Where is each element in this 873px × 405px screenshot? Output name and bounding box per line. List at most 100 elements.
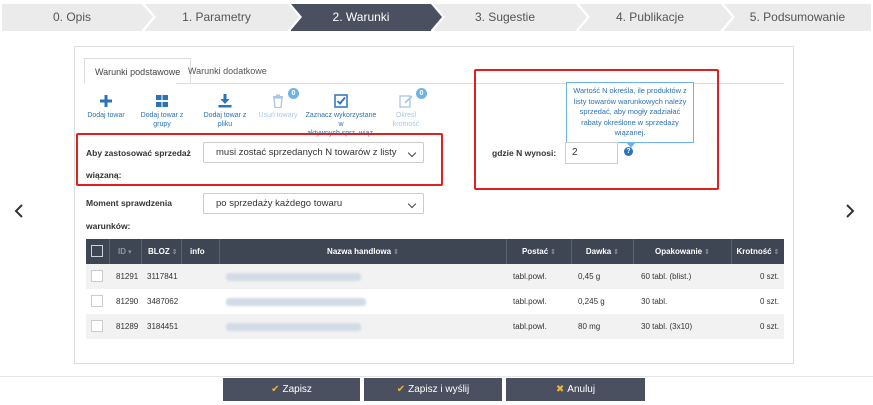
row-form: tabl.powl. [513,297,547,306]
add-item-label: Dodaj towar [87,112,125,119]
select-all-checkbox[interactable] [91,245,103,257]
row-bloz: 3117841 [147,272,178,281]
trash-icon [273,94,283,108]
apply-label-1: Aby zastosować sprzedaż [86,148,191,158]
bottom-divider [0,376,873,377]
row-dose: 0,245 g [578,297,605,306]
remove-items-button[interactable]: Usuń towary 0 [258,88,299,120]
check-icon: ✔ [396,384,406,395]
header-pack[interactable]: Opakowanie ⇕ [633,239,731,264]
cancel-button[interactable]: ✖ Anuluj [506,378,645,401]
moment-label-1: Moment sprawdzenia [86,198,172,208]
add-group-label: Dodaj towar z grupy [140,112,184,128]
step-warunki[interactable]: 2. Warunki [291,4,442,31]
redacted-name [226,298,366,306]
header-dose[interactable]: Dawka ⇕ [571,239,633,264]
sort-desc-icon: ▾ [128,249,132,256]
step-opis[interactable]: 0. Opis [2,4,153,31]
header-info: info [181,239,219,264]
sort-icon: ⇕ [171,249,178,256]
apply-select[interactable]: musi zostać sprzedanych N towarów z list… [203,142,424,163]
row-id: 81291 [116,272,139,281]
table-row[interactable]: 81291 3117841 tabl.powl. 0,45 g 60 tabl.… [86,264,784,289]
n-input[interactable]: 2 [565,142,618,164]
save-label: Zapisz [282,384,312,395]
set-multiplicity-label: Określ krotność [392,112,420,128]
step-sugestie[interactable]: 3. Sugestie [434,4,587,31]
remove-items-label: Usuń towary [258,112,298,119]
step-publikacje[interactable]: 4. Publikacje [579,4,732,31]
checkbox-icon [334,94,348,108]
row-mult: 0 szt. [760,272,780,281]
row-pack: 30 tabl. (3x10) [641,322,693,331]
redacted-name [226,273,361,281]
sort-icon: ⇕ [704,249,710,256]
add-file-label: Dodaj towar z pliku [203,112,247,128]
mark-used-button[interactable]: Zaznacz wykorzystane w aktywnych sprz. w… [304,94,378,138]
select-all-cell [86,239,108,264]
row-checkbox[interactable] [91,270,103,282]
row-dose: 0,45 g [578,272,601,281]
row-dose: 80 mg [578,322,601,331]
row-mult: 0 szt. [760,297,780,306]
header-mult[interactable]: Krotność ⇕ [731,239,784,264]
row-checkbox[interactable] [91,320,103,332]
next-arrow-icon[interactable] [842,200,858,224]
row-pack: 30 tabl. [641,297,668,306]
table-header: ID ▾ BLOZ ⇕ info Nazwa handlowa ⇕ Postać ⇕ D… [86,239,784,264]
save-send-button[interactable]: ✔ Zapisz i wyślij [364,378,502,401]
moment-select[interactable]: po sprzedaży każdego towaru [203,193,424,214]
row-checkbox[interactable] [91,295,103,307]
tab-divider [84,83,184,84]
remove-badge: 0 [288,88,299,99]
help-icon[interactable]: ? [624,147,633,156]
row-pack: 60 tabl. (blist.) [641,272,692,281]
chevron-down-icon [407,199,417,209]
row-bloz: 3184451 [147,322,179,331]
tab-warunki-podstawowe[interactable]: Warunki podstawowe [84,58,192,84]
wizard-steps: 0. Opis 1. Parametry 2. Warunki 3. Suges… [0,0,873,33]
chevron-down-icon [407,148,417,158]
multiplicity-badge: 0 [416,88,427,99]
header-name[interactable]: Nazwa handlowa ⇕ [219,239,506,264]
sort-icon: ⇕ [393,249,399,256]
row-id: 81289 [116,322,139,331]
n-tooltip: Wartość N określa, ile produktów z listy… [566,82,694,148]
close-icon: ✖ [555,384,565,395]
apply-select-value: musi zostać sprzedanych N towarów z list… [216,147,397,158]
prev-arrow-icon[interactable] [11,200,27,224]
plus-icon [100,95,112,107]
step-parametry[interactable]: 1. Parametry [145,4,299,31]
add-item-button[interactable]: Dodaj towar [86,94,126,120]
save-button[interactable]: ✔ Zapisz [223,378,360,401]
header-form[interactable]: Postać ⇕ [506,239,571,264]
apply-label-2: wiązaną: [86,170,122,180]
sort-icon: ⇕ [773,249,780,256]
row-form: tabl.powl. [513,322,547,331]
row-form: tabl.powl. [513,272,547,281]
sort-icon: ⇕ [550,249,557,256]
row-bloz: 3487062 [147,297,179,306]
step-podsumowanie[interactable]: 5. Podsumowanie [724,4,871,31]
check-icon: ✔ [271,384,280,395]
mark-used-label-1: Zaznacz wykorzystane w [305,112,377,128]
edit-icon [399,95,413,108]
table-row[interactable]: 81289 3184451 tabl.powl. 80 mg 30 tabl. … [86,314,784,339]
header-id[interactable]: ID ▾ [109,239,141,264]
moment-label-2: warunków: [86,221,131,231]
tab-warunki-dodatkowe[interactable]: Warunki dodatkowe [178,58,277,84]
add-file-button[interactable]: Dodaj towar z pliku [196,94,254,129]
header-bloz[interactable]: BLOZ ⇕ [141,239,181,264]
cancel-label: Anuluj [567,384,596,395]
set-multiplicity-button[interactable]: Określ krotność 0 [382,88,430,129]
n-label: gdzie N wynosi: [492,148,557,158]
table-row[interactable]: 81290 3487062 tabl.powl. 0,245 g 30 tabl… [86,289,784,314]
grid-icon [156,95,168,107]
add-group-button[interactable]: Dodaj towar z grupy [132,94,192,129]
sort-icon: ⇕ [613,249,620,256]
save-send-label: Zapisz i wyślij [408,384,470,395]
download-icon [218,94,232,108]
row-mult: 0 szt. [760,322,780,331]
redacted-name [226,323,361,331]
row-id: 81290 [116,297,139,306]
